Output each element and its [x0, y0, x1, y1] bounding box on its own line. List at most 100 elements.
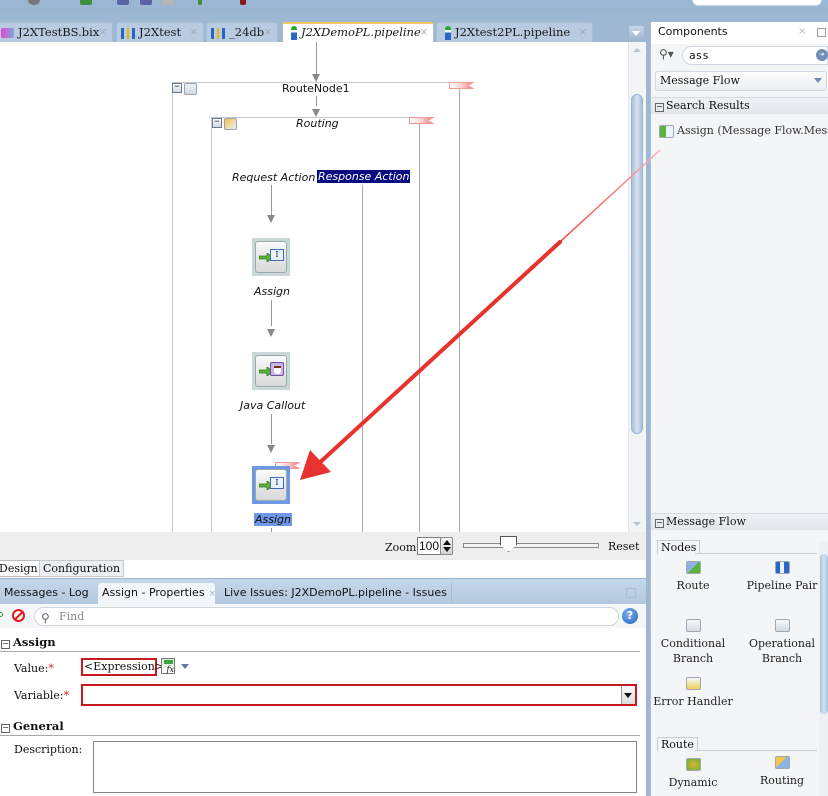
- toolbar-icon[interactable]: [117, 0, 129, 5]
- routing-icon: [774, 756, 790, 769]
- category-dropdown[interactable]: Message Flow: [655, 71, 827, 91]
- palette-item-operational-branch[interactable]: Operational Branch: [742, 619, 822, 666]
- response-flow-line: [362, 185, 363, 532]
- scrollbar-thumb[interactable]: [820, 554, 828, 714]
- palette-scrollbar[interactable]: [819, 542, 828, 796]
- tab-j2xdemopl-pipeline[interactable]: J2XDemoPL.pipeline ×: [282, 22, 434, 42]
- expression-builder-icon[interactable]: fx: [161, 658, 175, 674]
- zoom-spinner[interactable]: [440, 537, 453, 555]
- collapse-icon[interactable]: −: [1, 640, 10, 649]
- close-icon[interactable]: ×: [99, 23, 107, 42]
- route-node-border: [459, 82, 460, 532]
- palette-item-conditional-branch[interactable]: Conditional Branch: [653, 619, 733, 666]
- stop-icon[interactable]: [12, 609, 25, 622]
- component-search-input[interactable]: ass: [682, 46, 828, 65]
- tab-live-issues[interactable]: Live Issues: J2XDemoPL.pipeline - Issues: [220, 583, 452, 605]
- description-textarea[interactable]: [93, 741, 637, 793]
- palette-item-dynamic-routing[interactable]: Dynamic: [653, 758, 733, 790]
- routing-label[interactable]: Routing: [296, 117, 339, 130]
- toolbar-icon[interactable]: [140, 0, 152, 5]
- variable-combobox[interactable]: [81, 684, 637, 706]
- help-icon[interactable]: ?: [622, 608, 638, 624]
- components-header: Components ×: [651, 22, 828, 44]
- tab-label: Messages - Log: [4, 586, 89, 599]
- zoom-slider-thumb[interactable]: [500, 536, 517, 552]
- route-node-label[interactable]: RouteNode1: [282, 82, 350, 95]
- editor-tab-bar: J2XTestBS.bix × J2Xtest × _24db × J2XDemoPL…: [0, 20, 646, 42]
- toolbar-icon[interactable]: [28, 0, 40, 5]
- palette-item-route[interactable]: Route: [653, 561, 733, 593]
- spin-down-icon[interactable]: [443, 547, 451, 552]
- close-icon[interactable]: ×: [264, 23, 272, 42]
- tab-assign-properties[interactable]: Assign - Properties ×: [98, 583, 217, 605]
- error-flag-icon[interactable]: [409, 117, 435, 124]
- tab-label: Assign - Properties: [102, 586, 205, 599]
- group-route[interactable]: Route: [657, 737, 698, 751]
- java-callout-action[interactable]: [252, 352, 290, 390]
- value-expression-field[interactable]: <Expression>: [81, 658, 164, 676]
- action-label[interactable]: Assign: [254, 285, 290, 298]
- flow-arrowhead: [312, 74, 320, 82]
- action-label[interactable]: Java Callout: [240, 399, 305, 412]
- collapse-icon[interactable]: −: [655, 519, 664, 528]
- search-results-header[interactable]: − Search Results: [651, 97, 828, 114]
- tab-label: J2XTestBS.bix: [18, 25, 100, 39]
- palette-item-pipeline-pair[interactable]: Pipeline Pair: [742, 561, 822, 593]
- tab-messages-log[interactable]: Messages - Log: [0, 583, 93, 605]
- collapse-route-node-button[interactable]: −: [172, 83, 182, 93]
- global-search-input[interactable]: [692, 0, 822, 6]
- collapse-icon[interactable]: −: [1, 724, 10, 733]
- error-flag-icon[interactable]: [449, 82, 475, 89]
- tab-j2xtestbs-bix[interactable]: J2XTestBS.bix ×: [0, 22, 113, 42]
- find-toolbar: ⚲ Find ?: [0, 604, 646, 628]
- scroll-up-icon[interactable]: [633, 48, 641, 52]
- tab-configuration[interactable]: Configuration: [39, 560, 125, 577]
- close-icon[interactable]: ×: [579, 23, 587, 42]
- label-text: Value:: [14, 662, 49, 675]
- spin-up-icon[interactable]: [443, 540, 451, 545]
- close-icon[interactable]: ×: [420, 24, 428, 41]
- palette-item-error-handler[interactable]: Error Handler: [653, 677, 733, 709]
- group-nodes[interactable]: Nodes: [657, 540, 701, 554]
- toolbar-icon[interactable]: [162, 0, 174, 5]
- close-icon[interactable]: ×: [209, 589, 217, 599]
- go-arrow-icon[interactable]: ➔: [816, 49, 828, 61]
- minimize-icon[interactable]: [626, 588, 636, 598]
- minimize-icon[interactable]: [817, 28, 826, 37]
- dropdown-arrow-icon[interactable]: [621, 686, 635, 704]
- close-icon[interactable]: ×: [798, 22, 806, 42]
- search-result-item[interactable]: Assign (Message Flow.Mess: [659, 124, 828, 138]
- find-input[interactable]: ⚲ Find: [34, 607, 619, 626]
- request-action-label[interactable]: Request Action: [232, 171, 315, 184]
- zoom-slider-track[interactable]: [463, 543, 599, 548]
- zoom-input[interactable]: 100: [417, 537, 441, 555]
- pipeline-diagram-canvas[interactable]: − RouteNode1 − Routing Request Action Re…: [0, 42, 628, 532]
- canvas-vertical-scrollbar[interactable]: [628, 42, 646, 532]
- palette-item-routing[interactable]: Routing: [742, 756, 822, 788]
- action-label[interactable]: Assign: [254, 513, 292, 526]
- toolbar-icon[interactable]: [198, 0, 202, 5]
- tab-design[interactable]: Design: [0, 560, 42, 577]
- tab-j2xtest2pl-pipeline[interactable]: J2Xtest2PL.pipeline ×: [436, 22, 593, 42]
- collapse-icon[interactable]: −: [655, 103, 664, 112]
- add-icon[interactable]: [0, 612, 3, 617]
- toolbar-icon[interactable]: [80, 0, 92, 5]
- tab-24db[interactable]: _24db ×: [206, 22, 278, 42]
- general-section-header[interactable]: − General: [0, 718, 640, 736]
- operational-branch-icon: [774, 619, 790, 632]
- scroll-down-icon[interactable]: [633, 522, 641, 526]
- zoom-reset-button[interactable]: Reset: [608, 540, 639, 553]
- message-flow-header[interactable]: − Message Flow: [651, 513, 828, 530]
- tab-list-dropdown-button[interactable]: [629, 26, 644, 40]
- assign-action-1[interactable]: I: [252, 238, 290, 276]
- assign-action-2-selected[interactable]: I: [252, 466, 290, 504]
- chevron-down-icon[interactable]: [181, 664, 189, 669]
- close-icon[interactable]: ×: [190, 23, 198, 42]
- tab-j2xtest[interactable]: J2Xtest ×: [116, 22, 204, 42]
- collapse-routing-button[interactable]: −: [212, 118, 222, 128]
- response-action-label[interactable]: Response Action: [317, 170, 411, 183]
- scrollbar-thumb[interactable]: [631, 94, 643, 434]
- search-options-icon[interactable]: ⚲▾: [659, 47, 674, 61]
- toolbar-icon[interactable]: [240, 0, 246, 5]
- assign-section-header[interactable]: − Assign: [0, 634, 640, 652]
